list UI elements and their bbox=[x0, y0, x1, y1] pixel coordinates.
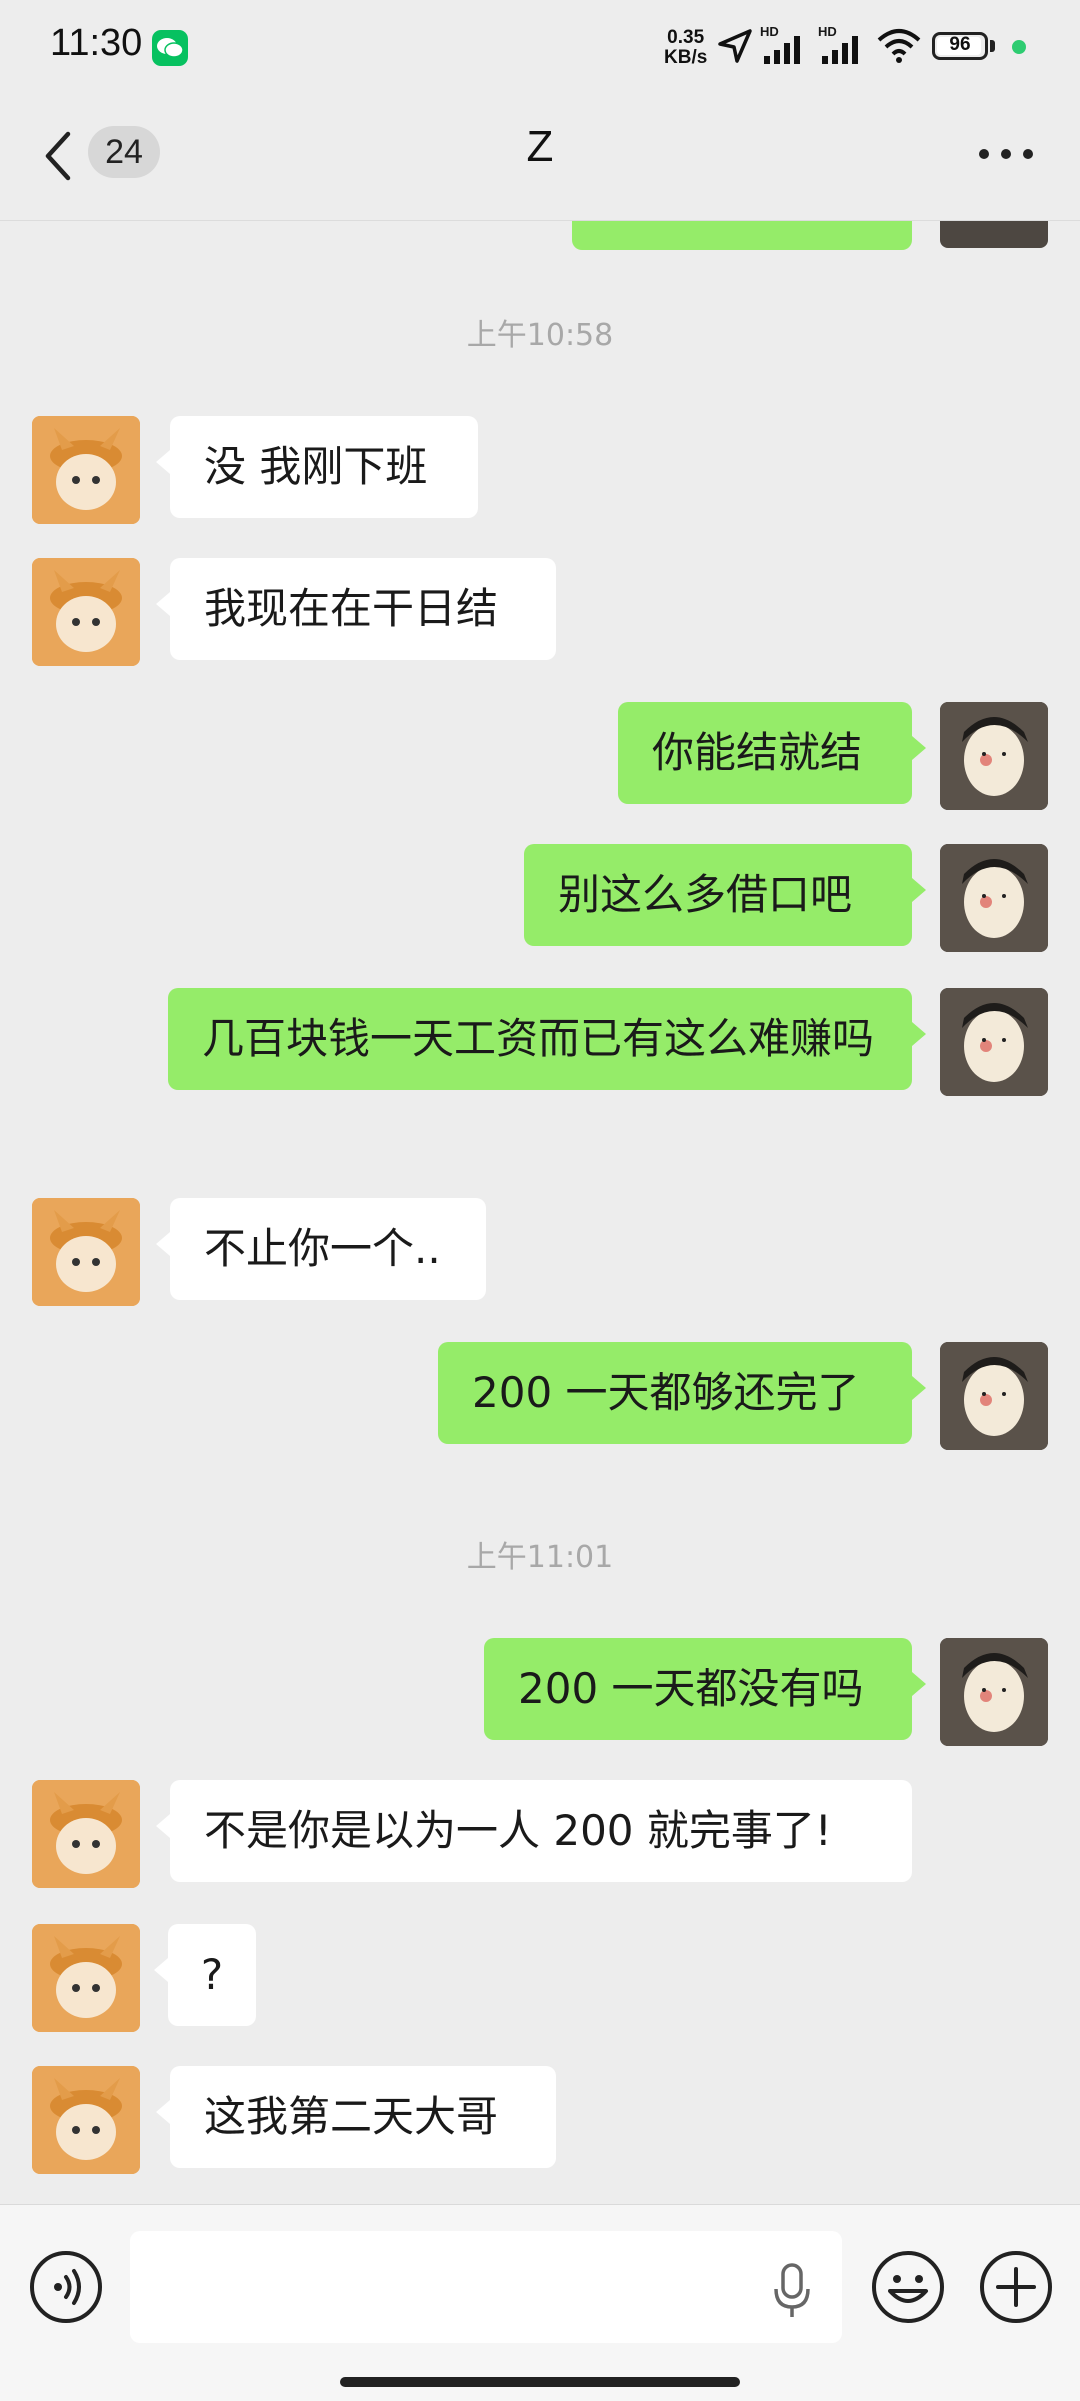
incoming-message[interactable]: 不是你是以为一人 200 就完事了! bbox=[156, 1780, 912, 1882]
message-list[interactable]: 上午10:58 没 我刚下班 我现在在干日结 你能结就结 别这么多借口吧 几百块… bbox=[0, 220, 1080, 2204]
contact-avatar[interactable] bbox=[32, 416, 140, 524]
partial-outgoing-bubble bbox=[572, 220, 912, 250]
home-indicator[interactable] bbox=[340, 2377, 740, 2387]
more-options-icon[interactable] bbox=[976, 136, 1036, 172]
outgoing-message[interactable]: 200 一天都够还完了 bbox=[438, 1342, 926, 1444]
my-avatar[interactable] bbox=[940, 988, 1048, 1096]
voice-input-toggle-icon[interactable] bbox=[28, 2249, 104, 2325]
partial-my-avatar bbox=[940, 220, 1048, 248]
message-input[interactable] bbox=[130, 2231, 842, 2343]
privacy-indicator-dot bbox=[1012, 40, 1026, 54]
input-bar bbox=[0, 2204, 1080, 2401]
battery-cap bbox=[990, 40, 995, 52]
outgoing-message[interactable]: 200 一天都没有吗 bbox=[484, 1638, 926, 1740]
location-arrow-icon bbox=[718, 29, 752, 63]
chat-title: Z bbox=[526, 122, 554, 171]
unread-count-badge[interactable]: 24 bbox=[88, 126, 160, 178]
timestamp: 上午10:58 bbox=[466, 318, 614, 353]
contact-avatar[interactable] bbox=[32, 1198, 140, 1306]
my-avatar[interactable] bbox=[940, 1638, 1048, 1746]
chat-header: 24 Z bbox=[0, 96, 1080, 221]
network-speed-unit: KB/s bbox=[664, 47, 708, 68]
contact-avatar[interactable] bbox=[32, 1780, 140, 1888]
my-avatar[interactable] bbox=[940, 702, 1048, 810]
my-avatar[interactable] bbox=[940, 1342, 1048, 1450]
contact-avatar[interactable] bbox=[32, 2066, 140, 2174]
battery-percent: 96 bbox=[949, 34, 971, 55]
cell-signal-2-icon: HD bbox=[818, 24, 868, 70]
incoming-message[interactable]: 这我第二天大哥 bbox=[156, 2066, 556, 2168]
emoji-icon[interactable] bbox=[870, 2249, 946, 2325]
cell-signal-1-icon: HD bbox=[760, 24, 810, 70]
incoming-message[interactable]: ? bbox=[154, 1924, 256, 2026]
my-avatar[interactable] bbox=[940, 844, 1048, 952]
microphone-icon[interactable] bbox=[770, 2261, 814, 2321]
network-speed-value: 0.35 bbox=[667, 27, 705, 48]
network-speed: 0.35 KB/s bbox=[664, 28, 707, 68]
timestamp: 上午11:01 bbox=[466, 1540, 614, 1575]
incoming-message[interactable]: 没 我刚下班 bbox=[156, 416, 478, 518]
battery-icon: 96 bbox=[932, 32, 988, 60]
back-arrow-icon[interactable] bbox=[38, 124, 82, 188]
status-time: 11:30 bbox=[50, 22, 143, 64]
incoming-message[interactable]: 不止你一个.. bbox=[156, 1198, 486, 1300]
contact-avatar[interactable] bbox=[32, 558, 140, 666]
add-more-icon[interactable] bbox=[978, 2249, 1054, 2325]
incoming-message[interactable]: 我现在在干日结 bbox=[156, 558, 556, 660]
outgoing-message[interactable]: 几百块钱一天工资而已有这么难赚吗 bbox=[168, 988, 926, 1090]
outgoing-message[interactable]: 别这么多借口吧 bbox=[524, 844, 926, 946]
status-bar: 11:30 0.35 KB/s HD HD 96 bbox=[0, 0, 1080, 96]
signal-1-label: HD bbox=[760, 24, 779, 39]
wifi-icon bbox=[877, 29, 921, 63]
wechat-notification-icon bbox=[152, 30, 188, 66]
outgoing-message[interactable]: 你能结就结 bbox=[618, 702, 926, 804]
contact-avatar[interactable] bbox=[32, 1924, 140, 2032]
signal-2-label: HD bbox=[818, 24, 837, 39]
